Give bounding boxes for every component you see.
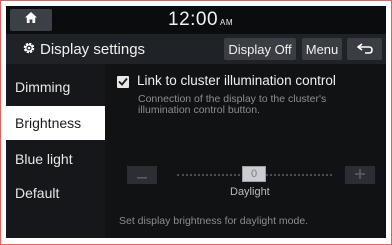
slider-mode-label: Daylight [230,186,270,198]
home-button[interactable] [10,9,52,31]
back-arrow-icon [356,42,373,57]
brightness-hint: Set display brightness for daylight mode… [119,215,309,227]
settings-sidebar: Dimming Brightness Blue light Default [6,64,105,238]
sidebar-item-brightness[interactable]: Brightness [6,106,105,140]
sidebar-item-dimming[interactable]: Dimming [6,70,105,104]
sidebar-item-label: Default [15,185,60,201]
clock-time: 12:00 [168,9,219,30]
check-icon [118,73,128,91]
back-button[interactable] [347,38,382,60]
brightness-slider-thumb[interactable]: 0 [242,166,266,182]
page-title: Display settings [40,41,146,58]
sidebar-item-default[interactable]: Default [6,176,105,210]
sidebar-item-label: Blue light [15,151,73,167]
link-cluster-checkbox[interactable] [117,76,129,88]
title-bar: Display settings Display Off Menu [6,34,386,64]
brightness-decrease-button[interactable] [127,166,157,184]
brightness-value: 0 [250,168,258,180]
clock: 12:00 AM [168,9,233,31]
brightness-increase-button[interactable] [345,166,375,184]
clock-ampm: AM [220,18,234,27]
sidebar-item-blue-light[interactable]: Blue light [6,142,105,176]
brightness-panel: Link to cluster illumination control Con… [105,64,386,238]
gear-icon [22,41,36,60]
link-cluster-label[interactable]: Link to cluster illumination control [137,73,336,88]
home-icon [24,11,38,29]
plus-icon [355,166,365,184]
minus-icon [137,166,147,184]
link-cluster-description: Connection of the display to the cluster… [138,93,327,116]
sidebar-item-label: Dimming [15,79,71,95]
infotainment-screen: 12:00 AM Display settings Display Off Men… [6,6,386,238]
status-bar: 12:00 AM [6,6,386,34]
display-off-button[interactable]: Display Off [224,38,296,60]
sidebar-item-label: Brightness [15,115,82,131]
menu-button[interactable]: Menu [302,38,342,60]
